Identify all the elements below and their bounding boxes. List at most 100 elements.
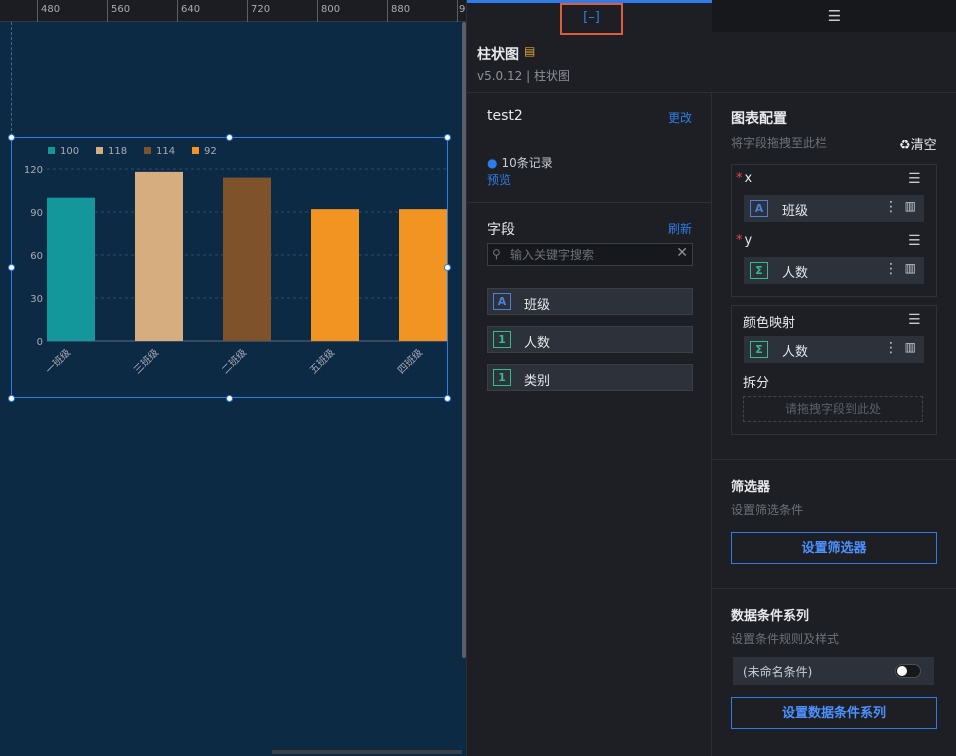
ruler-tick [387, 0, 388, 22]
design-canvas[interactable]: 480 560 640 720 800 880 9 100 118 114 92 0 30… [0, 0, 466, 756]
column-divider [711, 92, 712, 756]
resize-handle-top-right[interactable] [444, 134, 451, 141]
horizontal-scrollbar[interactable] [272, 750, 462, 754]
data-tab-icon[interactable]: [–] [560, 3, 623, 35]
field-label: 班级 [782, 204, 809, 219]
x-label: x [744, 171, 753, 186]
chart-config-title: 图表配置 [731, 111, 787, 127]
required-mark: * [736, 171, 743, 186]
resize-handle-top[interactable] [226, 134, 233, 141]
split-drop-zone[interactable]: 请拖拽字段到此处 [743, 396, 923, 422]
ruler-tick [107, 0, 108, 22]
condition-item[interactable]: (未命名条件) [733, 657, 934, 685]
trash-icon: ♻ [899, 138, 911, 153]
y-field-chip[interactable]: Σ 人数 ⋮ ▥ [744, 257, 924, 284]
more-icon[interactable]: ⋮ [884, 261, 898, 277]
resize-handle-top-left[interactable] [8, 134, 15, 141]
search-icon: ⚲ [492, 247, 501, 261]
ruler-tick [177, 0, 178, 22]
record-count: ● 10条记录 [487, 154, 553, 171]
ruler-tick-label: 9 [459, 4, 466, 15]
sum-field-icon: Σ [750, 341, 768, 358]
y-label: y [744, 233, 753, 248]
filter-hint: 设置筛选条件 [731, 503, 804, 517]
clear-label: 清空 [910, 138, 937, 153]
tab-style[interactable]: ☰ [712, 0, 956, 32]
sliders-icon[interactable]: ☰ [908, 171, 921, 187]
datasource-name: test2 [487, 108, 523, 124]
color-field-chip[interactable]: Σ 人数 ⋮ ▥ [744, 336, 924, 363]
sliders-icon[interactable]: ☰ [908, 233, 921, 249]
sliders-icon[interactable]: ☰ [908, 312, 921, 328]
trash-icon[interactable]: ▥ [905, 261, 916, 275]
divider [712, 588, 956, 589]
divider [467, 202, 711, 203]
ruler-tick [457, 0, 458, 22]
resize-handle-bottom-left[interactable] [8, 395, 15, 402]
more-icon[interactable]: ⋮ [884, 199, 898, 215]
text-field-icon: A [493, 293, 511, 310]
field-label: 人数 [782, 266, 809, 281]
resize-handle-bottom[interactable] [226, 395, 233, 402]
app-root: 480 560 640 720 800 880 9 100 118 114 92 0 30… [0, 0, 956, 756]
set-data-condition-button[interactable]: 设置数据条件系列 [731, 697, 937, 729]
field-search: ⚲ ✕ [487, 243, 693, 266]
component-title: 柱状图 [477, 47, 519, 63]
field-search-input[interactable] [510, 244, 670, 265]
document-icon[interactable]: ▤ [524, 44, 535, 58]
field-item[interactable]: 1 人数 [487, 326, 693, 353]
ruler-tick-label: 800 [321, 4, 341, 15]
resize-handle-left[interactable] [8, 264, 15, 271]
field-label: 人数 [782, 345, 809, 360]
axis-config-box: * x ☰ A 班级 ⋮ ▥ * y ☰ Σ 人数 ⋮ ▥ [731, 164, 937, 297]
preview-link[interactable]: 预览 [487, 171, 511, 188]
condition-name: (未命名条件) [743, 665, 813, 679]
required-mark: * [736, 233, 743, 248]
sum-field-icon: Σ [750, 262, 768, 279]
color-config-box: 颜色映射 ☰ Σ 人数 ⋮ ▥ 拆分 请拖拽字段到此处 [731, 305, 937, 435]
color-mapping-label: 颜色映射 [743, 316, 796, 331]
ruler-tick [317, 0, 318, 22]
refresh-fields-link[interactable]: 刷新 [668, 220, 692, 237]
divider [712, 459, 956, 460]
field-label: 班级 [524, 298, 551, 313]
condition-toggle[interactable] [895, 664, 921, 678]
ruler-tick-label: 480 [41, 4, 61, 15]
toggle-knob [897, 666, 907, 676]
x-field-chip[interactable]: A 班级 ⋮ ▥ [744, 195, 924, 222]
data-condition-title: 数据条件系列 [731, 609, 810, 624]
change-datasource-link[interactable]: 更改 [668, 109, 692, 126]
component-version: v5.0.12 | 柱状图 [477, 69, 570, 83]
y-slot-label: * y [736, 233, 752, 248]
selection-frame[interactable] [11, 137, 448, 398]
filter-title: 筛选器 [731, 480, 771, 495]
data-condition-hint: 设置条件规则及样式 [731, 632, 840, 646]
trash-icon[interactable]: ▥ [905, 199, 916, 213]
config-panel: [–] ☰ 柱状图 ▤ v5.0.12 | 柱状图 test2 更改 ● 10条记… [466, 0, 956, 756]
field-item[interactable]: A 班级 [487, 288, 693, 315]
record-count-label: 10条记录 [501, 156, 553, 170]
clear-config-button[interactable]: ♻清空 [899, 134, 937, 153]
chart-config-hint: 将字段拖拽至此栏 [731, 136, 828, 150]
field-label: 人数 [524, 336, 551, 351]
trash-icon[interactable]: ▥ [905, 340, 916, 354]
field-item[interactable]: 1 类别 [487, 364, 693, 391]
fields-title: 字段 [487, 222, 515, 238]
x-slot-label: * x [736, 171, 752, 186]
ruler-tick-label: 560 [111, 4, 131, 15]
horizontal-ruler: 480 560 640 720 800 880 9 [0, 0, 466, 22]
resize-handle-right[interactable] [444, 264, 451, 271]
more-icon[interactable]: ⋮ [884, 340, 898, 356]
dot-icon: ● [487, 156, 498, 170]
ruler-tick-label: 880 [391, 4, 411, 15]
set-filter-button[interactable]: 设置筛选器 [731, 532, 937, 564]
ruler-tick-label: 640 [181, 4, 201, 15]
text-field-icon: A [750, 200, 768, 217]
field-label: 类别 [524, 374, 551, 389]
ruler-tick-label: 720 [251, 4, 271, 15]
close-icon[interactable]: ✕ [676, 245, 688, 261]
number-field-icon: 1 [493, 331, 511, 348]
ruler-tick [37, 0, 38, 22]
resize-handle-bottom-right[interactable] [444, 395, 451, 402]
number-field-icon: 1 [493, 369, 511, 386]
